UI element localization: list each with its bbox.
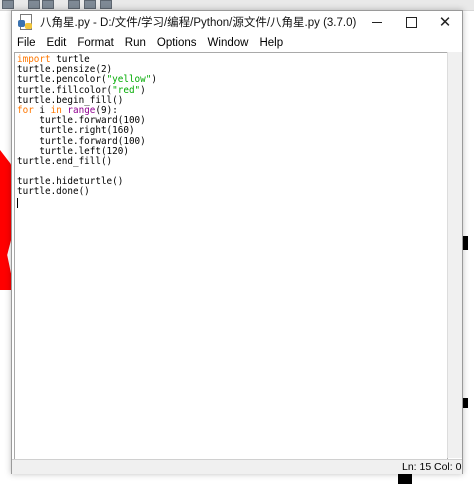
window-title: 八角星.py - D:/文件/学习/编程/Python/源文件/八角星.py (… bbox=[40, 17, 357, 29]
minimize-icon bbox=[372, 21, 382, 23]
text-cursor bbox=[17, 197, 18, 208]
background-tool-icon bbox=[42, 0, 54, 9]
code-line[interactable]: turtle.right(160) bbox=[17, 126, 447, 136]
menu-help[interactable]: Help bbox=[253, 37, 288, 49]
maximize-button[interactable] bbox=[394, 11, 428, 33]
menu-options[interactable]: Options bbox=[151, 37, 202, 49]
code-line[interactable]: turtle.done() bbox=[17, 187, 447, 197]
menu-file[interactable]: File bbox=[12, 37, 41, 49]
background-tool-icon bbox=[84, 0, 96, 9]
status-bar: Ln: 15 Col: 0 bbox=[12, 459, 462, 474]
close-icon: ✕ bbox=[438, 13, 452, 31]
close-button[interactable]: ✕ bbox=[428, 11, 462, 33]
background-tool-icon bbox=[68, 0, 80, 9]
code-line[interactable] bbox=[17, 197, 447, 208]
python-idle-icon bbox=[18, 14, 34, 30]
code-text[interactable]: import turtle turtle.pensize(2) turtle.pen… bbox=[15, 53, 447, 208]
window-controls: ✕ bbox=[360, 11, 462, 33]
vertical-scrollbar[interactable] bbox=[447, 52, 462, 458]
background-tool-icon bbox=[2, 0, 14, 9]
idle-editor-window: 八角星.py - D:/文件/学习/编程/Python/源文件/八角星.py (… bbox=[11, 10, 463, 474]
menu-bar: File Edit Format Run Options Window Help bbox=[12, 34, 462, 52]
background-block bbox=[398, 474, 412, 484]
minimize-button[interactable] bbox=[360, 11, 394, 33]
title-bar[interactable]: 八角星.py - D:/文件/学习/编程/Python/源文件/八角星.py (… bbox=[12, 11, 462, 33]
maximize-icon bbox=[405, 16, 417, 28]
menu-format[interactable]: Format bbox=[71, 37, 118, 49]
status-column: Col: 0 bbox=[434, 461, 462, 473]
background-tool-icon bbox=[100, 0, 112, 9]
background-tool-icon bbox=[28, 0, 40, 9]
code-line[interactable]: turtle.end_fill() bbox=[17, 156, 447, 167]
code-editor[interactable]: import turtle turtle.pensize(2) turtle.pen… bbox=[14, 52, 448, 460]
status-line: Ln: 15 bbox=[402, 461, 432, 473]
menu-edit[interactable]: Edit bbox=[41, 37, 72, 49]
menu-window[interactable]: Window bbox=[202, 37, 254, 49]
menu-run[interactable]: Run bbox=[119, 37, 151, 49]
